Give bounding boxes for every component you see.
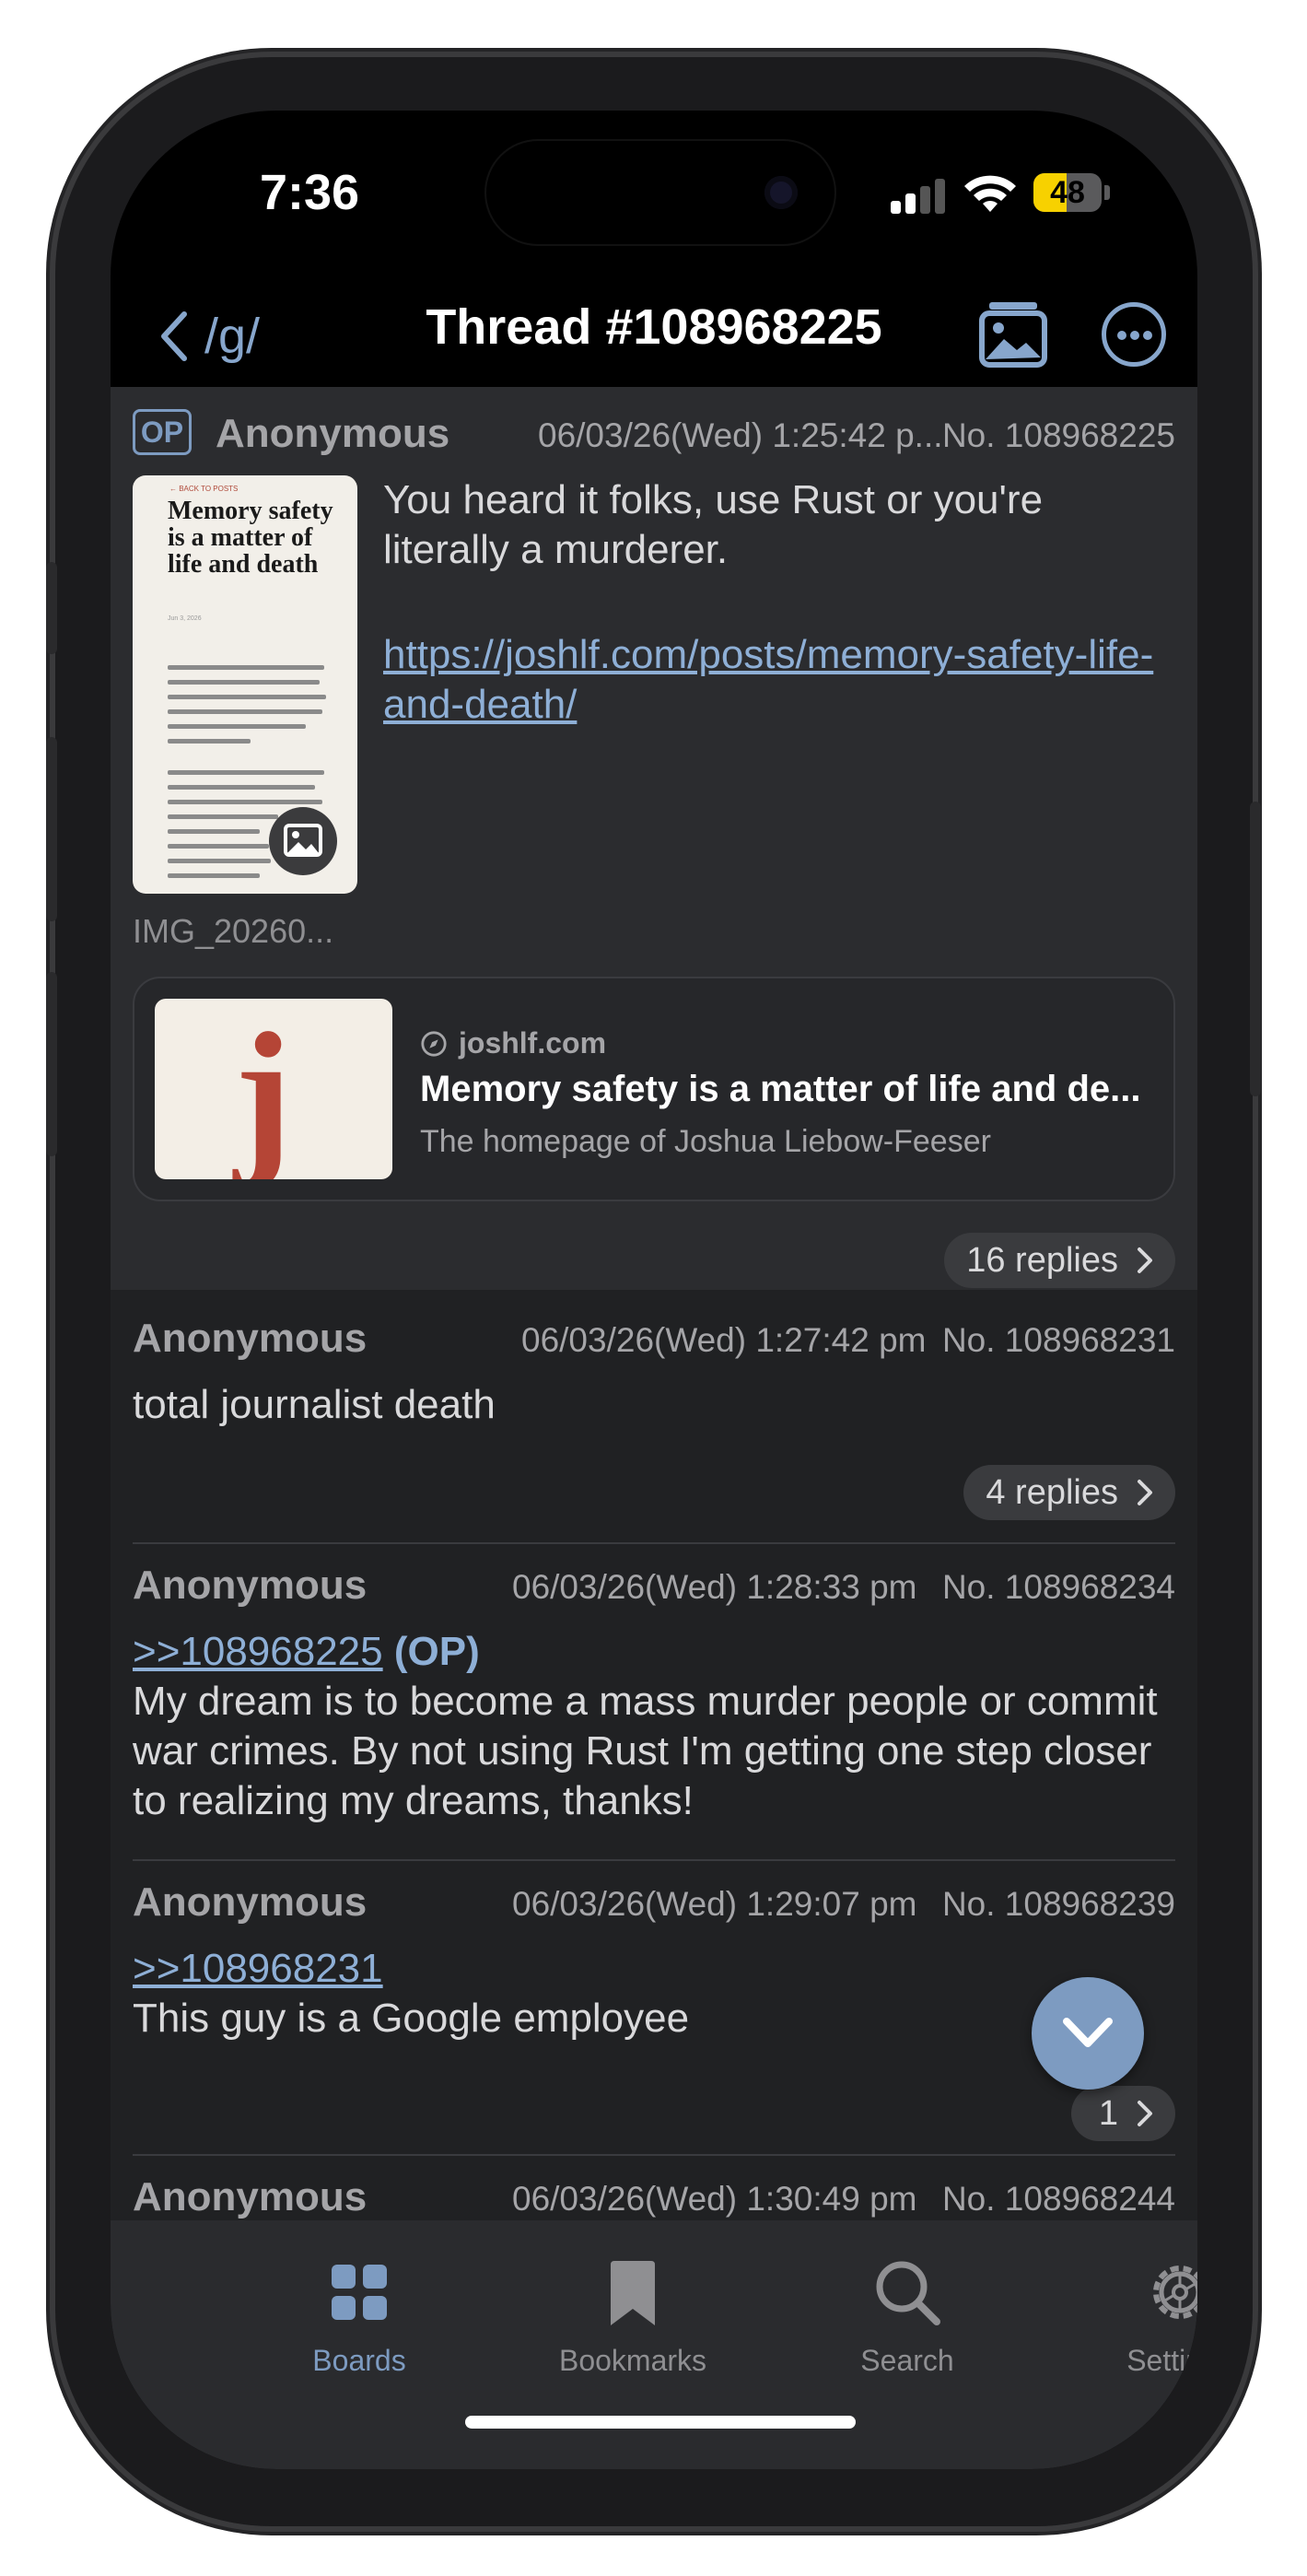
op-badge: OP [133, 409, 192, 455]
post-comment: My dream is to become a mass murder peop… [133, 1679, 1158, 1823]
grid-icon [332, 2265, 387, 2320]
post-number[interactable]: No. 108968244 [942, 2180, 1175, 2219]
tab-label: Search [860, 2344, 954, 2377]
chevron-right-icon [1138, 1480, 1152, 1505]
wifi-icon [964, 175, 1016, 212]
post-divider [133, 2154, 1175, 2156]
navigation-bar: /g/ Thread #108968225 [111, 276, 1197, 387]
thumbnail-date: Jun 3, 2026 [168, 615, 202, 622]
thumbnail-kicker: ← BACK TO POSTS [169, 485, 239, 493]
status-time: 7:36 [260, 165, 360, 220]
preview-logo-letter: j [234, 999, 293, 1179]
op-comment: You heard it folks, use Rust or you're l… [383, 477, 1044, 572]
gear-icon [1153, 2266, 1197, 2319]
power-button [1250, 802, 1261, 1096]
link-preview-domain: joshlf.com [420, 1026, 606, 1060]
thumbnail-filename: IMG_20260... [133, 912, 334, 950]
replies-count: 4 replies [986, 1473, 1118, 1512]
thumbnail-title: Memory safety is a matter of life and de… [168, 497, 333, 579]
dynamic-island [486, 141, 834, 244]
tab-label: Settings [1126, 2344, 1197, 2377]
volume-down-button [46, 972, 57, 1156]
thread-post: Anonymous 06/03/26(Wed) 1:28:33 pm No. 1… [133, 1563, 1175, 1839]
tab-search[interactable]: Search [783, 2239, 1032, 2386]
post-number[interactable]: No. 108968231 [942, 1321, 1175, 1360]
op-thumbnail[interactable]: ← BACK TO POSTS Memory safety is a matte… [133, 475, 357, 894]
bookmark-icon [611, 2261, 655, 2325]
preview-domain-text: joshlf.com [459, 1026, 607, 1060]
gallery-button[interactable] [976, 297, 1050, 370]
poster-name: Anonymous [133, 1316, 368, 1361]
image-icon [269, 807, 337, 875]
replies-count: 16 replies [966, 1241, 1118, 1280]
chevron-right-icon [1138, 2101, 1152, 2126]
camera-icon [764, 176, 798, 209]
link-preview-card[interactable]: j joshlf.com Memory safety is a matter o… [133, 977, 1175, 1201]
home-indicator[interactable] [465, 2416, 856, 2429]
screen: 7:36 48 /g/ Thread #108968225 OP Anonymo… [111, 111, 1197, 2469]
post-comment: This guy is a Google employee [133, 1996, 690, 2041]
more-options-button[interactable] [1102, 302, 1166, 367]
poster-name: Anonymous [133, 2174, 368, 2219]
volume-up-button [46, 737, 57, 921]
mute-switch [46, 562, 57, 654]
replies-button[interactable]: 1 [1070, 2086, 1175, 2141]
replies-count: 1 [1098, 2094, 1118, 2133]
scroll-to-bottom-button[interactable] [1032, 1977, 1144, 2090]
tab-label: Bookmarks [558, 2344, 707, 2377]
signal-icon [891, 177, 946, 214]
post-comment: total journalist death [133, 1382, 496, 1427]
tab-bar: Boards Bookmarks Search Settings [111, 2220, 1197, 2469]
post-date: 06/03/26(Wed) 1:28:33 pm [512, 1568, 917, 1606]
replies-button[interactable]: 16 replies [944, 1233, 1175, 1288]
tab-label: Boards [312, 2344, 406, 2377]
op-marker: (OP) [393, 1629, 480, 1674]
post-date: 06/03/26(Wed) 1:30:49 pm [512, 2180, 917, 2218]
poster-name: Anonymous [133, 1879, 368, 1925]
status-bar: 7:36 48 [111, 111, 1197, 276]
thread-content[interactable]: OP Anonymous 06/03/26(Wed) 1:25:42 p... … [111, 387, 1197, 2220]
tab-bookmarks[interactable]: Bookmarks [508, 2239, 757, 2386]
battery-level: 48 [1050, 175, 1085, 210]
chevron-down-icon [1063, 2018, 1113, 2047]
thread-post: Anonymous 06/03/26(Wed) 1:29:07 pm No. 1… [133, 1879, 1175, 2147]
op-link[interactable]: https://joshlf.com/posts/memory-safety-l… [383, 630, 1166, 730]
tab-settings[interactable]: Settings [1056, 2239, 1197, 2386]
link-preview-image: j [155, 999, 392, 1179]
chevron-right-icon [1138, 1247, 1152, 1273]
op-post: OP Anonymous 06/03/26(Wed) 1:25:42 p... … [111, 387, 1197, 1290]
poster-name: Anonymous [133, 1563, 368, 1608]
battery-icon: 48 [1033, 173, 1110, 212]
search-icon [876, 2261, 940, 2325]
post-date: 06/03/26(Wed) 1:29:07 pm [512, 1885, 917, 1923]
post-date: 06/03/26(Wed) 1:27:42 pm [521, 1321, 927, 1359]
thread-post: Anonymous 06/03/26(Wed) 1:30:49 pm No. 1… [133, 2174, 1175, 2220]
post-number[interactable]: No. 108968225 [942, 416, 1175, 455]
quote-link[interactable]: >>108968225 [133, 1629, 383, 1674]
compass-icon [421, 1030, 447, 1057]
quote-link[interactable]: >>108968231 [133, 1946, 383, 1991]
post-divider [133, 1859, 1175, 1861]
link-preview-description: The homepage of Joshua Liebow-Feeser [420, 1124, 991, 1159]
post-divider [133, 1542, 1175, 1544]
replies-button[interactable]: 4 replies [963, 1465, 1175, 1520]
thread-post: Anonymous 06/03/26(Wed) 1:27:42 pm No. 1… [133, 1316, 1175, 1520]
post-number[interactable]: No. 108968239 [942, 1885, 1175, 1924]
post-date: 06/03/26(Wed) 1:25:42 p... [538, 416, 943, 454]
post-number[interactable]: No. 108968234 [942, 1568, 1175, 1607]
tab-boards[interactable]: Boards [235, 2239, 484, 2386]
poster-name: Anonymous [216, 411, 450, 456]
link-preview-title: Memory safety is a matter of life and de… [420, 1069, 1141, 1109]
